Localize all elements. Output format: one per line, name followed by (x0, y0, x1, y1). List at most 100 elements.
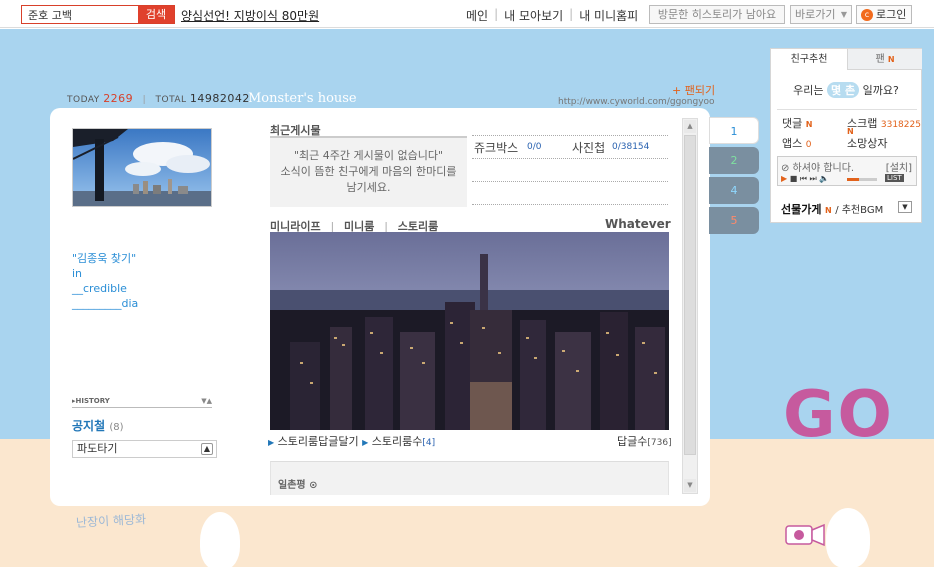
login-icon: c (861, 9, 873, 21)
ask-after: 일까요? (862, 84, 899, 97)
scroll-thumb[interactable] (684, 135, 696, 455)
side-tab-2[interactable]: 2 (709, 147, 759, 174)
story-count-value: [4] (422, 438, 436, 448)
profile-photo (72, 128, 212, 207)
profile-line: in (72, 267, 83, 280)
plus-icon: + (672, 84, 682, 97)
nav-separator: | (494, 7, 499, 21)
notice-label: 공지철 (72, 419, 106, 433)
recommend-bgm-link[interactable]: / 추천BGM (835, 205, 883, 216)
home-url[interactable]: http://www.cyworld.com/ggongyoo (558, 97, 715, 107)
home-title: Monster's house (248, 91, 357, 106)
recent-message: 남기세요. (346, 181, 391, 194)
story-count-label[interactable]: 스토리룸수 (372, 435, 423, 448)
nav-main[interactable]: 메인 (466, 7, 488, 24)
ghost-right (826, 508, 870, 567)
relation-question[interactable]: 우리는 몇 촌 일까요? (771, 82, 921, 98)
recent-posts-empty: "최근 4주간 게시물이 없습니다" 소식이 뜸한 친구에게 마음의 한마디를 … (270, 137, 467, 207)
story-photo[interactable] (270, 232, 669, 430)
history-toggle[interactable]: ▸HISTORY ▼▲ (72, 397, 212, 408)
goto-label: 바로가기 (795, 8, 836, 21)
album-link[interactable]: 사진첩 (572, 139, 605, 156)
scroll-down-icon[interactable]: ▼ (684, 479, 696, 492)
gift-shop-link[interactable]: 선물가게 (781, 203, 821, 216)
nav-my-collection[interactable]: 내 모아보기 (504, 7, 563, 24)
apps-count: 0 (805, 140, 812, 150)
bgm-player: ⊘ 하셔야 합니다. [설치] ▶ ■ ⏮ ⏭ 🔈 LIST (777, 156, 917, 186)
bgm-notice: ⊘ 하셔야 합니다. (781, 163, 855, 174)
top-nav: 메인 | 내 모아보기 | 내 미니홈피 (466, 7, 638, 24)
divider (472, 204, 668, 205)
profile-line: _________dia (72, 297, 139, 310)
search-input[interactable] (22, 6, 138, 23)
tab-fan[interactable]: 팬 N (847, 49, 922, 70)
chevron-down-icon[interactable]: ▼ (898, 201, 912, 213)
go-decoration: GO (783, 378, 894, 452)
arrow-icon: ▶ (268, 438, 275, 447)
wishbox-link[interactable]: N 소망상자 (847, 128, 887, 151)
side-tab-5[interactable]: 5 (709, 207, 759, 234)
divider (472, 135, 668, 136)
divider (777, 109, 917, 110)
reply-count-label: 답글수 (617, 435, 648, 448)
bgm-install-link[interactable]: [설치] (886, 159, 912, 174)
right-panel: 친구추천 팬 N 우리는 몇 촌 일까요? 댓글 N 스크랩 3318225 앱… (770, 48, 922, 223)
folder-select-value: 파도타기 (77, 442, 118, 455)
nav-my-minihompy[interactable]: 내 미니홈피 (579, 7, 638, 24)
guestbook-title[interactable]: 일촌평 ⊙ (278, 476, 317, 491)
ghost-left (200, 512, 240, 567)
visitor-stats: TODAY 2269 | TOTAL 14982042 (67, 92, 250, 105)
search-button[interactable]: 검색 (138, 6, 174, 23)
night-city-image (270, 232, 669, 430)
new-badge: N (847, 127, 854, 136)
profile-line: __credible (72, 282, 127, 295)
tab-friend-recommend[interactable]: 친구추천 (771, 49, 847, 70)
playlist-button[interactable]: LIST (885, 174, 904, 182)
guestbook-box: 일촌평 ⊙ (270, 461, 669, 495)
notice-title[interactable]: 공지철 (8) (72, 417, 123, 434)
today-count: 2269 (103, 92, 134, 105)
folder-select[interactable]: 파도타기 ▲ (72, 440, 217, 458)
history-label: ▸HISTORY (72, 397, 110, 405)
headline-link[interactable]: 양심선언! 지방이식 80만원 (181, 7, 319, 24)
reply-count-value: [736] (647, 438, 672, 448)
notice-count: (8) (109, 422, 124, 433)
volume-slider[interactable] (847, 178, 877, 181)
player-controls[interactable]: ▶ ■ ⏮ ⏭ 🔈 (781, 174, 829, 184)
scroll-up-icon[interactable]: ▲ (684, 120, 696, 133)
new-badge: N (887, 55, 895, 64)
jukebox-count: 0/0 (527, 142, 542, 152)
scrollbar[interactable]: ▲ ▼ (682, 118, 698, 494)
side-tab-1[interactable]: 1 (709, 117, 759, 144)
fan-link[interactable]: + 팬되기 (672, 82, 715, 98)
divider (472, 158, 668, 159)
jukebox-link[interactable]: 쥬크박스 (474, 139, 518, 156)
visit-history-button[interactable]: 방문한 히스토리가 남아요 (649, 5, 785, 24)
top-bar: 검색 양심선언! 지방이식 80만원 메인 | 내 모아보기 | 내 미니홈피 … (0, 0, 934, 28)
login-label: 로그인 (876, 8, 907, 21)
divider (472, 181, 668, 182)
login-button[interactable]: c 로그인 (856, 5, 912, 24)
profile-text: "김종욱 찾기" in __credible _________dia (72, 251, 138, 311)
comments-link[interactable]: 댓글 N (782, 115, 812, 131)
gift-shop: 선물가게 N / 추천BGM (781, 201, 883, 217)
story-links: ▶ 스토리룸답글달기 ▶ 스토리룸수[4] (268, 433, 435, 449)
ask-pill: 몇 촌 (827, 82, 860, 98)
search-box: 검색 (21, 5, 175, 24)
chevron-down-icon: ▼ (840, 10, 847, 19)
goto-dropdown[interactable]: 바로가기 ▼ (790, 5, 852, 24)
stats-separator: | (142, 95, 147, 105)
chevron-up-icon: ▲ (201, 443, 213, 455)
fan-link-label: 팬되기 (684, 84, 716, 97)
camera-icon (785, 523, 825, 547)
side-tab-4[interactable]: 4 (709, 177, 759, 204)
apps-link[interactable]: 앱스 0 (782, 135, 811, 151)
reply-count: 답글수[736] (617, 433, 672, 449)
nav-separator: | (569, 7, 574, 21)
today-label: TODAY (67, 95, 100, 105)
new-badge: N (824, 206, 832, 215)
album-count: 0/38154 (612, 142, 650, 152)
total-label: TOTAL (155, 95, 187, 105)
wishbox-label: 소망상자 (847, 137, 888, 150)
story-reply-link[interactable]: 스토리룸답글달기 (278, 435, 359, 448)
